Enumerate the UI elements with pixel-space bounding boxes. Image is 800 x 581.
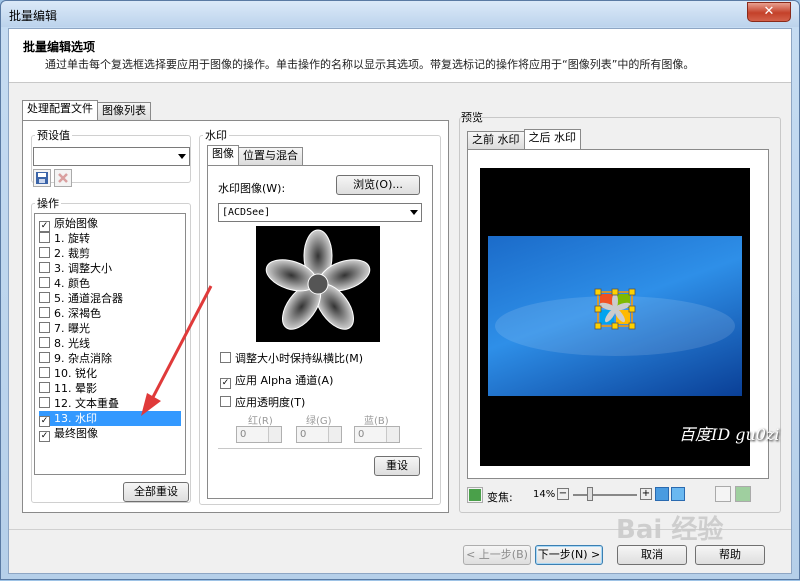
tab-processing-profile[interactable]: 处理配置文件: [22, 100, 98, 120]
batch-edit-window: 批量编辑 ✕ 批量编辑选项 通过单击每个复选框选择要应用于图像的操作。单击操作的…: [0, 0, 800, 580]
annotation-arrow: [141, 285, 213, 416]
baidu-logo: Bai 经验: [616, 515, 724, 545]
tab-image[interactable]: 图像: [207, 145, 239, 165]
tab-after-watermark[interactable]: 之后 水印: [523, 129, 581, 149]
